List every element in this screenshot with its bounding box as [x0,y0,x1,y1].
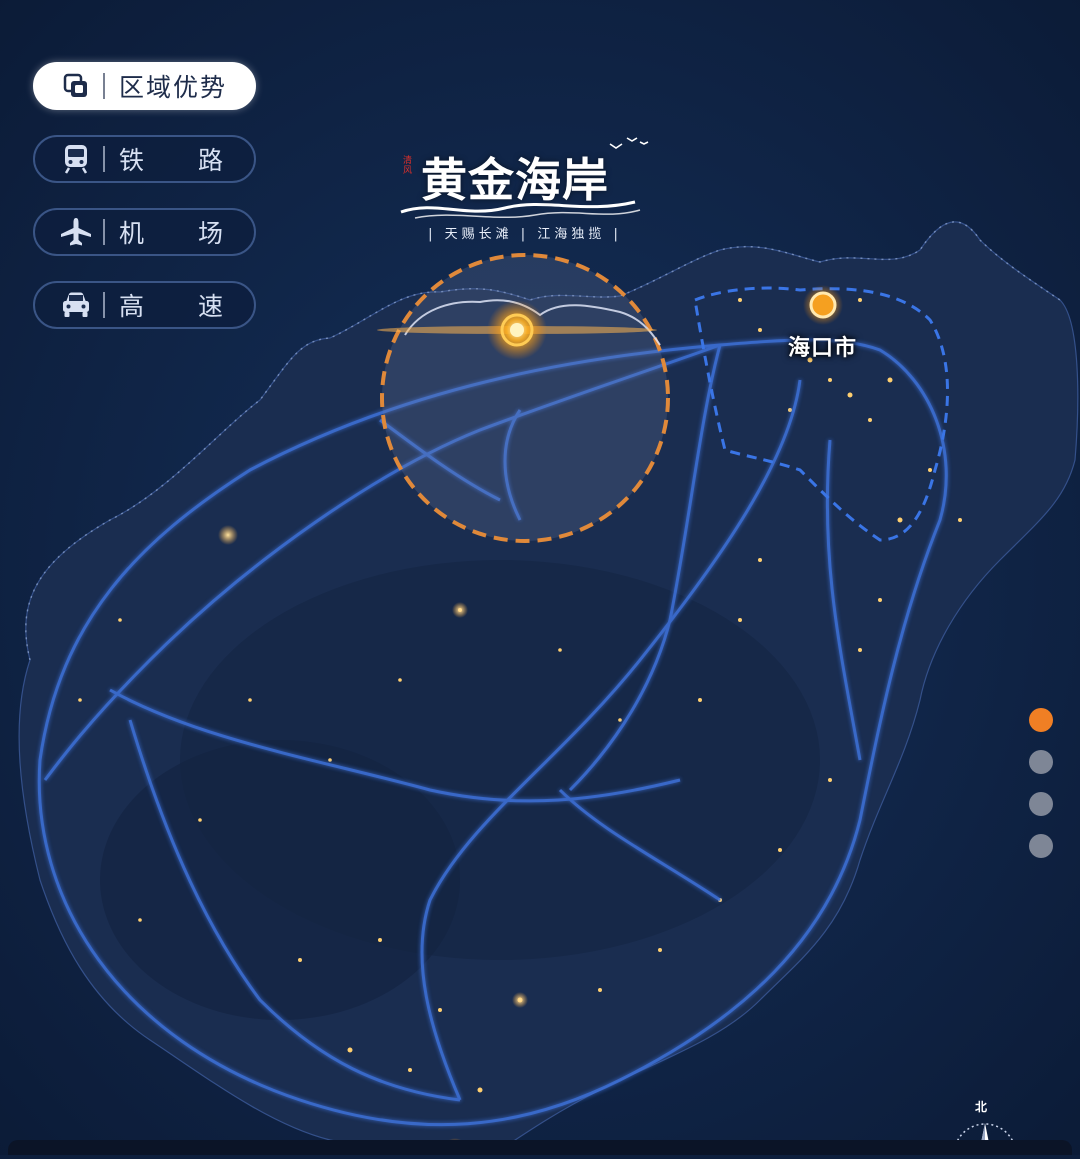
project-logo: 清风 黄金海岸 | 天赐长滩 | 江海独揽 | [395,130,655,245]
highlight-area[interactable] [380,253,670,543]
nav-button-airport[interactable]: 机场 [33,208,256,256]
logo-title: 黄金海岸 [421,153,609,207]
nav-label: 区域优势 [119,73,228,102]
airplane-icon [59,217,93,247]
bottom-panel-edge[interactable] [8,1140,1072,1155]
train-icon [59,144,93,174]
car-icon [59,290,93,320]
layers-icon [59,71,93,101]
nav-label: 机场 [119,214,223,250]
town-glow [452,602,468,618]
nav-label-char: 场 [197,219,223,248]
map-filter-nav: 区域优势 铁路 机场 高 速 [33,62,258,354]
page-dot-2[interactable] [1029,750,1053,774]
page-indicator [1029,708,1053,876]
logo-seal: 清风 [403,156,413,176]
nav-button-railway[interactable]: 铁路 [33,135,256,183]
nav-label-char: 铁 [119,146,145,175]
nav-button-highway[interactable]: 高速 [33,281,256,329]
divider [103,292,105,318]
nav-label: 高速 [119,287,223,323]
haikou-marker[interactable] [803,285,843,325]
town-glow [218,525,238,545]
divider [103,219,105,245]
terrain-shade [100,740,460,1020]
nav-label-char: 速 [197,292,223,321]
page-dot-3[interactable] [1029,792,1053,816]
nav-button-region-advantage[interactable]: 区域优势 [33,62,256,110]
nav-label-char: 路 [197,146,223,175]
divider [103,146,105,172]
logo-slogan: | 天赐长滩 | 江海独揽 | [428,227,622,242]
town-glow [512,992,528,1008]
compass-north-label: 北 [975,1100,988,1114]
page-dot-4[interactable] [1029,834,1053,858]
divider [103,73,105,99]
nav-label: 铁路 [119,141,223,177]
nav-label-char: 机 [119,219,145,248]
nav-label-char: 高 [119,292,145,321]
city-label-haikou: 海口市 [788,336,858,361]
page-dot-1[interactable] [1029,708,1053,732]
